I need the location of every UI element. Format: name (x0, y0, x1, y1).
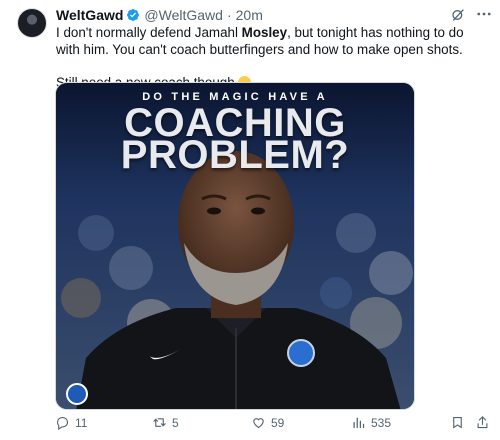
share-icon (477, 416, 488, 429)
headline-line-2: PROBLEM? (120, 133, 350, 177)
bookmark-icon (453, 416, 462, 429)
grok-icon[interactable] (450, 7, 466, 23)
more-icon[interactable] (475, 5, 493, 23)
verified-badge-icon (127, 9, 140, 21)
display-name[interactable]: WeltGawd (56, 7, 123, 23)
handle[interactable]: @WeltGawd (144, 7, 223, 23)
reply-button[interactable]: 11 (55, 415, 87, 430)
timestamp[interactable]: 20m (236, 7, 263, 23)
reply-count: 11 (75, 415, 88, 430)
view-count: 535 (371, 415, 392, 430)
share-button[interactable] (475, 415, 490, 430)
views-icon (353, 417, 365, 429)
tweet-paragraph-1: I don't normally defend Jamahl Mosley, b… (56, 25, 464, 57)
tweet[interactable]: WeltGawd @WeltGawd · 20m I don't normall… (0, 0, 500, 440)
bookmark-button[interactable] (450, 415, 465, 430)
mention-mosley: Mosley (241, 25, 288, 40)
avatar[interactable] (17, 8, 47, 38)
repost-icon (153, 418, 166, 427)
separator-dot: · (226, 7, 232, 23)
views-button[interactable]: 535 (351, 415, 391, 430)
like-button[interactable]: 59 (251, 415, 284, 430)
action-bar: 11 5 59 535 (55, 415, 495, 435)
like-icon (253, 418, 264, 429)
tweet-header: WeltGawd @WeltGawd · 20m (56, 6, 263, 24)
orlando-magic-logo-icon (66, 383, 88, 405)
repost-button[interactable]: 5 (152, 415, 179, 430)
like-count: 59 (271, 415, 285, 430)
tweet-media-image[interactable]: DO THE MAGIC HAVE A COACHING PROBLEM? (55, 82, 415, 410)
reply-icon (56, 416, 69, 430)
repost-count: 5 (172, 415, 179, 430)
